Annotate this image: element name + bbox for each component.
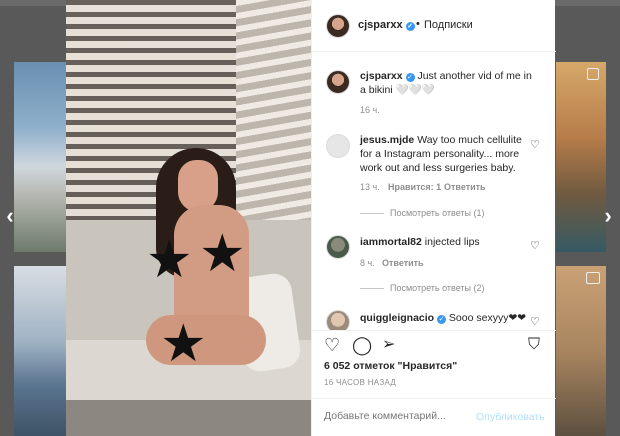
caption: cjsparxx ✓ Just another vid of me in a b… bbox=[360, 69, 536, 97]
verified-badge-icon: ✓ bbox=[405, 73, 415, 82]
comment-username[interactable]: jesus.mjde bbox=[360, 134, 414, 146]
heart-icon[interactable]: ♡ bbox=[530, 315, 540, 328]
divider bbox=[360, 213, 384, 215]
post-timestamp[interactable]: 16 ЧАСОВ НАЗАД bbox=[324, 378, 396, 387]
avatar[interactable] bbox=[326, 14, 350, 38]
video-icon bbox=[586, 272, 600, 284]
floor bbox=[66, 400, 311, 436]
reply-button[interactable]: Ответить bbox=[444, 182, 486, 192]
comments-list[interactable]: cjsparxx ✓ Just another vid of me in a b… bbox=[312, 52, 556, 330]
caption-username[interactable]: cjsparxx bbox=[360, 70, 403, 82]
multi-post-icon bbox=[587, 68, 599, 80]
censor-star-icon: ★ bbox=[160, 315, 207, 373]
comment-text: iammortal82 injected lips bbox=[360, 236, 480, 248]
background-post-thumbnail bbox=[556, 62, 606, 252]
post-header: cjsparxx ✓ • Подписки bbox=[312, 0, 556, 52]
publish-button[interactable]: Опубликовать bbox=[476, 411, 545, 423]
header-separator: • bbox=[416, 18, 420, 30]
comment-username[interactable]: iammortal82 bbox=[360, 236, 422, 248]
chevron-left-icon[interactable]: ‹ bbox=[2, 205, 18, 227]
avatar[interactable] bbox=[326, 235, 350, 259]
likes-count[interactable]: 6 052 отметок "Нравится" bbox=[324, 360, 457, 372]
reply-button[interactable]: Ответить bbox=[382, 258, 424, 268]
comment-text: jesus.mjde Way too much cellulite for a … bbox=[360, 134, 522, 174]
avatar[interactable] bbox=[326, 70, 350, 94]
view-replies-button[interactable]: Посмотреть ответы (1) bbox=[360, 208, 485, 218]
header-username[interactable]: cjsparxx ✓ bbox=[358, 19, 415, 31]
following-button[interactable]: Подписки bbox=[424, 19, 473, 31]
action-bar: ♡ ◯ ➢ ⛉ bbox=[312, 330, 556, 360]
background-post-thumbnail bbox=[556, 266, 606, 436]
post-video[interactable]: ★ ★ ★ 🔇 bbox=[66, 0, 311, 436]
comment-text: quigglеignacio ✓ Sooo sexyyy❤❤ bbox=[360, 312, 527, 324]
censor-star-icon: ★ bbox=[146, 231, 193, 289]
comment-time[interactable]: 8 ч. bbox=[360, 258, 375, 268]
bookmark-icon[interactable]: ⛉ bbox=[528, 335, 540, 355]
avatar[interactable] bbox=[326, 310, 350, 330]
comment-icon[interactable]: ◯ bbox=[352, 335, 372, 355]
heart-icon[interactable]: ♡ bbox=[530, 239, 540, 252]
verified-badge-icon: ✓ bbox=[405, 22, 415, 31]
avatar[interactable] bbox=[326, 134, 350, 158]
chevron-right-icon[interactable]: › bbox=[600, 205, 616, 227]
censor-star-icon: ★ bbox=[199, 225, 246, 283]
post-details-panel: cjsparxx ✓ • Подписки cjsparxx ✓ Just an… bbox=[311, 0, 556, 436]
comment-time[interactable]: 13 ч. bbox=[360, 182, 380, 192]
add-comment-bar: Опубликовать bbox=[312, 398, 556, 436]
comment-input[interactable] bbox=[324, 410, 474, 422]
paper-plane-icon[interactable]: ➢ bbox=[382, 335, 395, 355]
heart-icon[interactable]: ♡ bbox=[530, 138, 540, 151]
background-post-thumbnail bbox=[14, 62, 68, 252]
comment-likes[interactable]: Нравится: 1 bbox=[388, 182, 441, 192]
comment-username[interactable]: quigglеignacio bbox=[360, 312, 434, 324]
verified-badge-icon: ✓ bbox=[437, 315, 447, 324]
heart-icon[interactable]: ♡ bbox=[324, 335, 340, 355]
view-replies-button[interactable]: Посмотреть ответы (2) bbox=[360, 283, 485, 293]
divider bbox=[360, 288, 384, 290]
background-post-thumbnail bbox=[14, 266, 68, 436]
caption-time[interactable]: 16 ч. bbox=[360, 105, 380, 115]
